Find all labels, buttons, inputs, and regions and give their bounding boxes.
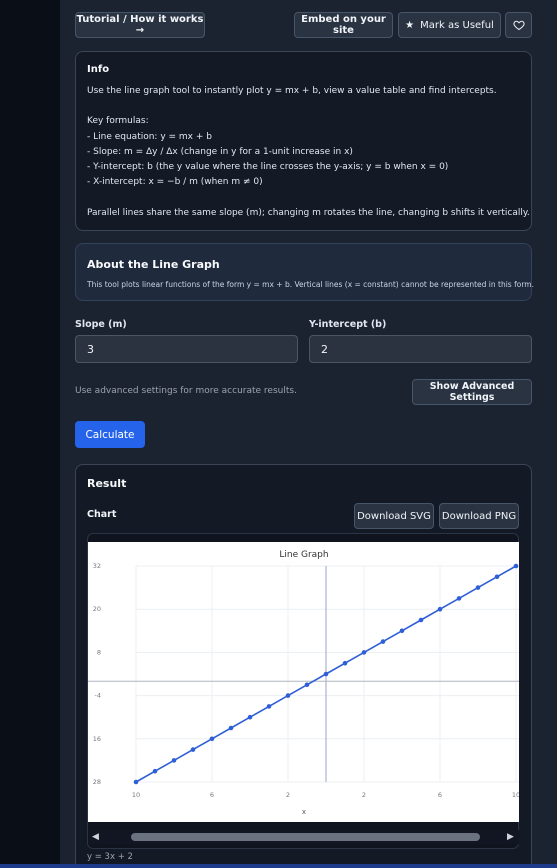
x-tick-label: 6 [210, 791, 214, 799]
data-point [399, 628, 405, 634]
info-line-3: - Line equation: y = mx + b [87, 131, 212, 142]
data-point [247, 714, 253, 720]
data-point [513, 563, 519, 569]
y-tick-label: 8 [97, 648, 101, 656]
y-tick-label: 32 [93, 562, 101, 570]
info-line-7 [87, 190, 520, 205]
scroll-right-icon[interactable]: ▶ [507, 831, 514, 843]
data-point [266, 704, 272, 709]
info-title: Info [87, 64, 110, 75]
mark-useful-label: Mark as Useful [420, 19, 494, 31]
slope-label: Slope (m) [75, 319, 127, 330]
left-background [0, 0, 60, 868]
result-title: Result [87, 477, 127, 490]
bottom-accent-line [0, 864, 557, 868]
data-point [361, 650, 367, 655]
info-line-1 [87, 99, 520, 114]
data-point [494, 574, 500, 580]
y-tick-label: 28 [93, 778, 101, 786]
data-point [437, 606, 443, 612]
embed-button[interactable]: Embed on your site [294, 12, 393, 38]
slope-input[interactable] [75, 335, 298, 363]
equation-text: y = 3x + 2 [87, 852, 133, 862]
data-point [209, 736, 215, 742]
x-tick-label: 6 [438, 791, 442, 799]
data-point [133, 779, 139, 785]
y-tick-label: -4 [95, 692, 101, 700]
info-line-5: - Y-intercept: b (the y value where the … [87, 162, 449, 172]
data-point [418, 617, 424, 623]
info-line-8: Parallel lines share the same slope (m);… [87, 207, 530, 218]
y-tick-label: 20 [93, 605, 101, 613]
x-tick-label: 10 [132, 791, 140, 799]
y-tick-label: 16 [93, 735, 101, 743]
data-point [304, 682, 310, 688]
info-box: Info Use the line graph tool to instantl… [75, 51, 532, 231]
x-tick-label: 2 [286, 791, 290, 799]
chart-scroll-thumb[interactable] [131, 833, 480, 841]
data-point [171, 758, 177, 763]
info-line-6: - X-intercept: x = −b / m (when m ≠ 0) [87, 177, 263, 188]
about-text: This tool plots linear functions of the … [87, 280, 534, 289]
about-box: About the Line Graph This tool plots lin… [75, 243, 534, 301]
mark-useful-button[interactable]: ★ Mark as Useful [398, 12, 501, 38]
data-point [285, 693, 291, 698]
heart-icon [512, 20, 525, 31]
about-title: About the Line Graph [87, 258, 220, 271]
intercept-input[interactable] [309, 335, 532, 363]
data-point [342, 660, 348, 666]
download-svg-button[interactable]: Download SVG [354, 503, 434, 529]
chart-title: Line Graph [279, 550, 328, 560]
data-point [380, 639, 386, 644]
advanced-hint: Use advanced settings for more accurate … [75, 386, 297, 396]
line-chart: Line Graph 10 6 2 2 6 10 32 20 8 -4 16 28 x [88, 550, 520, 816]
download-png-button[interactable]: Download PNG [439, 503, 519, 529]
intercept-label: Y-intercept (b) [309, 319, 387, 330]
show-advanced-settings-button[interactable]: Show Advanced Settings [412, 379, 532, 405]
info-line-0: Use the line graph tool to instantly plo… [87, 86, 497, 96]
star-icon: ★ [405, 19, 415, 31]
scroll-left-icon[interactable]: ◀ [92, 831, 99, 843]
data-point [228, 725, 234, 731]
data-point [475, 585, 481, 590]
x-tick-label: 2 [362, 791, 366, 799]
calculate-button[interactable]: Calculate [75, 421, 145, 448]
tutorial-button[interactable]: Tutorial / How it works → [75, 12, 205, 38]
favorite-button[interactable] [505, 12, 532, 38]
x-tick-label: 10 [512, 791, 519, 799]
chart-canvas: Line Graph 10 6 2 2 6 10 32 20 8 -4 16 28 x [88, 542, 520, 822]
chart-label: Chart [87, 509, 117, 520]
data-point [323, 671, 329, 677]
x-axis-label: x [302, 808, 306, 816]
data-point [152, 768, 158, 774]
data-point [456, 596, 462, 601]
info-line-2: Key formulas: [87, 116, 149, 127]
data-point [190, 747, 196, 752]
info-line-4: - Slope: m = Δy / Δx (change in y for a … [87, 146, 353, 157]
